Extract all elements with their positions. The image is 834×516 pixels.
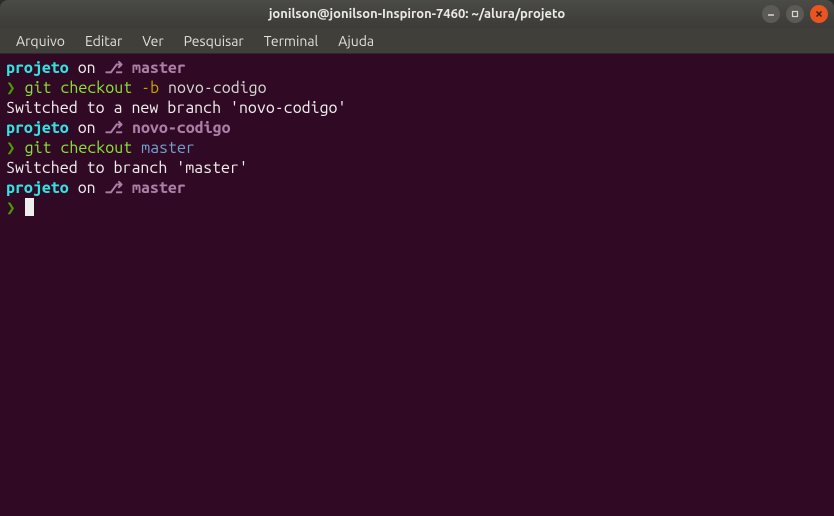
prompt-arrow: ❯ (6, 139, 16, 157)
prompt-on: on (78, 59, 96, 77)
cmd-git: git (25, 139, 52, 157)
menu-ajuda[interactable]: Ajuda (330, 31, 382, 51)
prompt-arrow: ❯ (6, 79, 16, 97)
window-title: jonilson@jonilson-Inspiron-7460: ~/alura… (269, 7, 565, 21)
menu-arquivo[interactable]: Arquivo (8, 31, 73, 51)
branch-icon: ⎇ (105, 179, 123, 197)
prompt-dir: projeto (6, 119, 69, 137)
menu-ver[interactable]: Ver (134, 31, 171, 51)
output-line: Switched to branch 'master' (6, 159, 248, 177)
window-controls (762, 5, 828, 23)
window-titlebar: jonilson@jonilson-Inspiron-7460: ~/alura… (0, 0, 834, 28)
cmd-flag: -b (141, 79, 159, 97)
menu-editar[interactable]: Editar (77, 31, 130, 51)
branch-name: master (132, 59, 186, 77)
terminal-area[interactable]: projeto on ⎇ master ❯ git checkout -b no… (0, 54, 834, 516)
minimize-button[interactable] (762, 5, 780, 23)
maximize-button[interactable] (786, 5, 804, 23)
cmd-checkout: checkout (60, 139, 132, 157)
prompt-on: on (78, 179, 96, 197)
cmd-git: git (25, 79, 52, 97)
close-button[interactable] (810, 5, 828, 23)
menu-pesquisar[interactable]: Pesquisar (176, 31, 252, 51)
cmd-checkout: checkout (60, 79, 132, 97)
menubar: Arquivo Editar Ver Pesquisar Terminal Aj… (0, 28, 834, 54)
branch-name: master (132, 179, 186, 197)
cmd-arg: novo-codigo (168, 79, 267, 97)
output-line: Switched to a new branch 'novo-codigo' (6, 99, 346, 117)
branch-icon: ⎇ (105, 59, 123, 77)
prompt-arrow: ❯ (6, 199, 16, 217)
branch-icon: ⎇ (105, 119, 123, 137)
prompt-dir: projeto (6, 59, 69, 77)
branch-name: novo-codigo (132, 119, 231, 137)
prompt-dir: projeto (6, 179, 69, 197)
prompt-on: on (78, 119, 96, 137)
menu-terminal[interactable]: Terminal (256, 31, 327, 51)
cmd-arg: master (141, 139, 195, 157)
cursor (25, 198, 34, 216)
